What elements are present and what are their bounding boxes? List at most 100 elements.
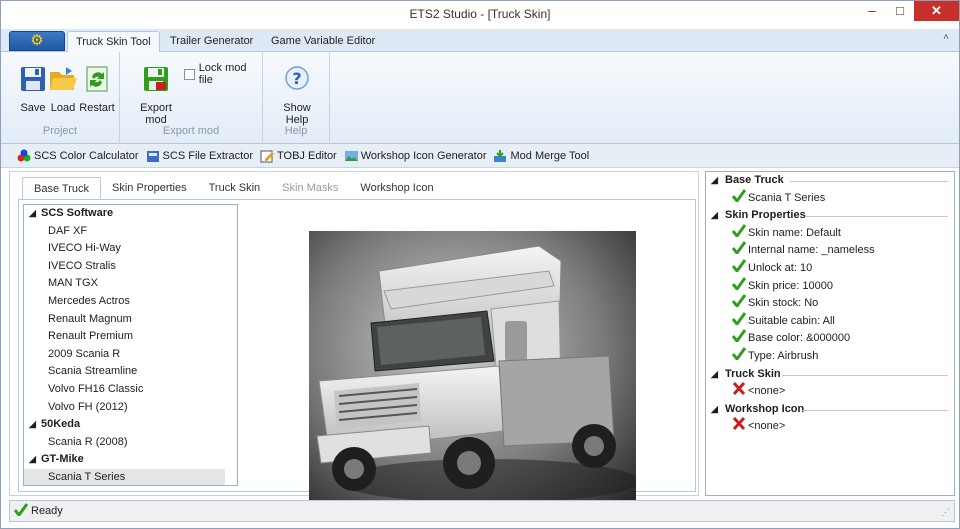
property-item: Base color: &000000 [706, 329, 954, 348]
list-item[interactable]: Scania Streamline [24, 363, 237, 381]
collapse-arrow-icon[interactable]: ◢ [711, 172, 725, 190]
section-divider [790, 181, 948, 182]
scs-file-extractor-label: SCS File Extractor [162, 149, 254, 162]
group-header[interactable]: ◢ GT-Mike [24, 451, 237, 469]
checkmark-icon [731, 188, 747, 209]
section-divider [806, 216, 948, 218]
color-balls-icon [17, 149, 31, 163]
export-mod-label: Export mod [140, 102, 172, 126]
truck-list[interactable]: ◢ SCS Software DAF XF IVECO Hi-Way IVECO … [23, 204, 238, 486]
lock-mod-checkbox[interactable]: Lock mod file [184, 62, 262, 86]
archive-icon [146, 149, 160, 163]
tobj-editor-button[interactable]: TOBJ Editor [260, 149, 337, 163]
list-item-selected[interactable]: Scania T Series [24, 468, 225, 485]
tab-workshop-icon[interactable]: Workshop Icon [349, 177, 444, 199]
collapse-ribbon-icon[interactable]: ˄ [943, 32, 949, 43]
scs-file-extractor-button[interactable]: SCS File Extractor [146, 149, 253, 163]
list-item[interactable]: IVECO Hi-Way [24, 240, 237, 258]
property-item: <none> [706, 417, 954, 436]
section-header[interactable]: ◢ Truck Skin [706, 366, 954, 384]
resize-grip-icon[interactable]: ⋰ [941, 507, 950, 518]
export-mod-button[interactable]: Export mod [128, 64, 184, 126]
cross-icon [732, 382, 746, 402]
section-header[interactable]: ◢ Base Truck [706, 172, 954, 190]
status-text: Ready [31, 505, 63, 517]
export-group-label: Export mod [162, 125, 220, 137]
load-label: Load [50, 102, 76, 114]
show-help-button[interactable]: ? Show Help [271, 64, 323, 126]
load-button[interactable]: Load [48, 64, 78, 114]
main-content: Base Truck Skin Properties Truck Skin Sk… [9, 171, 699, 518]
help-group: ? Show Help Help [263, 52, 330, 144]
ribbon-tabs: ⚙ Truck Skin Tool Trailer Generator Game… [1, 29, 959, 52]
truck-preview-image [309, 231, 639, 518]
collapse-arrow-icon[interactable]: ◢ [711, 207, 725, 225]
maximize-button[interactable]: □ [886, 1, 914, 21]
section-header[interactable]: ◢ Skin Properties [706, 207, 954, 225]
collapse-arrow-icon[interactable]: ◢ [29, 451, 41, 469]
tab-truck-skin-tool[interactable]: Truck Skin Tool [67, 31, 160, 52]
property-item: Suitable cabin: All [706, 311, 954, 331]
list-item[interactable]: Renault Magnum [24, 311, 237, 329]
list-item[interactable]: Volvo FH (2012) [24, 399, 237, 417]
workshop-icon-generator-label: Workshop Icon Generator [360, 149, 487, 162]
tab-trailer-generator[interactable]: Trailer Generator [162, 31, 261, 52]
app-window: ETS2 Studio - [Truck Skin] – □ ✕ ⚙ Truck… [0, 0, 960, 529]
ribbon-panel: Save Load Restart Project Export mod Loc… [1, 52, 959, 144]
checkmark-icon [13, 503, 29, 519]
collapse-arrow-icon[interactable]: ◢ [711, 401, 725, 419]
tab-skin-properties[interactable]: Skin Properties [101, 177, 198, 199]
restart-button[interactable]: Restart [79, 64, 115, 114]
list-item[interactable]: DAF XF [24, 223, 237, 241]
property-item: Skin price: 10000 [706, 276, 954, 296]
merge-icon [493, 149, 507, 163]
checkbox-box[interactable] [184, 68, 195, 80]
collapse-arrow-icon[interactable]: ◢ [29, 416, 41, 434]
group-header[interactable]: ◢ SCS Software [24, 205, 237, 223]
properties-tree: ◢ Base Truck Scania T Series ◢ Skin Proper… [705, 171, 955, 496]
help-question-icon: ? [282, 64, 312, 94]
tab-base-truck[interactable]: Base Truck [22, 177, 102, 199]
property-item: Type: Airbrush [706, 347, 954, 366]
close-button[interactable]: ✕ [914, 1, 959, 21]
property-item: Scania T Series [706, 188, 954, 209]
list-item[interactable]: MAN TGX [24, 275, 237, 293]
list-item[interactable]: Volvo FH16 Classic [24, 381, 237, 399]
tab-game-variable-editor[interactable]: Game Variable Editor [263, 31, 383, 52]
collapse-arrow-icon[interactable]: ◢ [711, 366, 725, 384]
mod-merge-tool-label: Mod Merge Tool [510, 149, 590, 162]
tobj-editor-label: TOBJ Editor [277, 149, 337, 162]
property-item: Skin name: Default [706, 223, 954, 243]
list-item[interactable]: Scania R (2008) [24, 434, 237, 452]
list-item[interactable]: Mercedes Actros [24, 293, 237, 311]
export-group: Export mod Lock mod file Export mod [120, 52, 263, 144]
help-group-label: Help [284, 125, 308, 137]
window-controls: – □ ✕ [858, 1, 959, 23]
tab-truck-skin[interactable]: Truck Skin [198, 177, 272, 199]
open-folder-icon [48, 64, 78, 94]
workshop-icon-generator-button[interactable]: Workshop Icon Generator [344, 149, 487, 163]
list-item[interactable]: Renault Premium [24, 328, 237, 346]
section-divider [802, 409, 948, 411]
scs-color-calculator-button[interactable]: SCS Color Calculator [17, 149, 139, 163]
application-menu-button[interactable]: ⚙ [9, 31, 65, 51]
mod-merge-tool-button[interactable]: Mod Merge Tool [493, 149, 589, 163]
save-button[interactable]: Save [15, 64, 51, 114]
property-item: Unlock at: 10 [706, 259, 954, 278]
tools-toolbar: SCS Color Calculator SCS File Extractor … [1, 144, 959, 168]
list-item[interactable]: IVECO Stralis [24, 258, 237, 276]
project-group-label: Project [42, 125, 78, 137]
picture-icon [344, 149, 358, 163]
show-help-label: Show Help [283, 102, 311, 126]
list-item[interactable]: 2009 Scania R [24, 346, 237, 364]
section-divider [782, 374, 948, 376]
section-header[interactable]: ◢ Workshop Icon [706, 401, 954, 419]
property-item: Internal name: _nameless [706, 241, 954, 260]
window-title: ETS2 Studio - [Truck Skin] [409, 7, 551, 21]
collapse-arrow-icon[interactable]: ◢ [29, 205, 41, 223]
floppy-disk-green-icon [141, 64, 171, 94]
group-header[interactable]: ◢ 50Keda [24, 416, 237, 434]
minimize-button[interactable]: – [858, 1, 886, 21]
project-group: Save Load Restart Project [1, 52, 120, 144]
status-bar: Ready ⋰ [9, 500, 955, 522]
